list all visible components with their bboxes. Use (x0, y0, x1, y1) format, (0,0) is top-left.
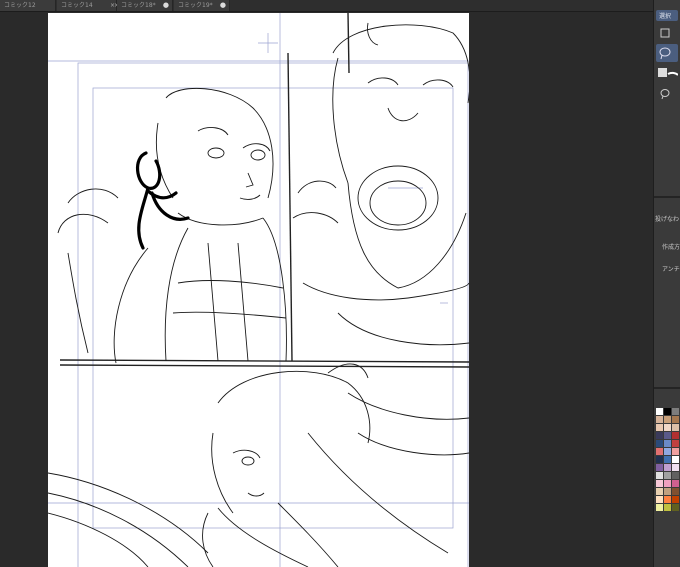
tab-label: コミック14 (61, 2, 93, 9)
unsaved-indicator-icon: ● (219, 1, 226, 9)
document-tab[interactable]: コミック14 × (57, 0, 119, 11)
color-swatch[interactable] (672, 480, 679, 487)
tab-label: コミック12 (4, 2, 36, 9)
panel-divider (654, 196, 680, 198)
girl-sketch (57, 88, 287, 364)
color-swatch[interactable] (656, 448, 663, 455)
ribbon-sketch (136, 151, 190, 250)
color-swatch[interactable] (656, 440, 663, 447)
color-swatch[interactable] (656, 496, 663, 503)
color-swatch[interactable] (672, 504, 679, 511)
drawing-canvas[interactable] (48, 13, 469, 567)
antialias-label: アンチ (662, 266, 680, 273)
color-swatch[interactable] (672, 408, 679, 415)
color-swatch[interactable] (664, 496, 671, 503)
color-swatch[interactable] (664, 416, 671, 423)
color-swatch[interactable] (664, 432, 671, 439)
frame-guides (48, 13, 469, 567)
document-tab[interactable]: コミック18* ● (117, 0, 173, 11)
color-swatch[interactable] (656, 408, 663, 415)
color-swatch[interactable] (672, 448, 679, 455)
create-mode-label: 作成方 (662, 244, 680, 251)
color-swatch[interactable] (656, 472, 663, 479)
document-tab[interactable]: コミック12 (0, 0, 56, 11)
color-swatch[interactable] (664, 424, 671, 431)
panel-borders (59, 13, 469, 368)
color-swatch[interactable] (672, 464, 679, 471)
color-swatch[interactable] (672, 472, 679, 479)
sketch-drawing (48, 13, 469, 567)
selection-tool-button[interactable]: 選択 (656, 10, 678, 21)
selection-tool-label: 選択 (659, 13, 672, 20)
tab-label: コミック18* (121, 2, 156, 9)
rect-select-tool[interactable] (656, 26, 678, 40)
brush-select-tool[interactable] (656, 66, 679, 80)
color-swatch[interactable] (656, 416, 663, 423)
color-swatch[interactable] (656, 480, 663, 487)
tool-property-title: 投げなわ (655, 216, 680, 223)
panel-divider (654, 387, 680, 389)
color-swatch[interactable] (656, 488, 663, 495)
color-swatch[interactable] (672, 456, 679, 463)
document-tab[interactable]: コミック19* ● (174, 0, 230, 11)
polyline-select-tool[interactable] (656, 86, 678, 100)
brush-icon (658, 68, 679, 77)
close-tab-icon[interactable]: × (110, 0, 115, 11)
color-swatch[interactable] (664, 480, 671, 487)
color-swatch[interactable] (656, 456, 663, 463)
man-sketch (292, 22, 469, 346)
color-swatch[interactable] (672, 496, 679, 503)
lasso-select-tool[interactable] (656, 44, 678, 62)
color-swatch[interactable] (672, 488, 679, 495)
color-swatch[interactable] (672, 416, 679, 423)
rectangle-select-icon (660, 28, 670, 38)
lasso-icon (659, 47, 671, 60)
color-palette[interactable] (656, 408, 680, 567)
color-swatch[interactable] (672, 424, 679, 431)
color-swatch[interactable] (672, 432, 679, 439)
color-swatch[interactable] (664, 408, 671, 415)
color-swatch[interactable] (664, 472, 671, 479)
polyline-lasso-icon (660, 89, 670, 100)
bottom-girl-sketch (48, 363, 469, 567)
tab-label: コミック19* (178, 2, 213, 9)
color-swatch[interactable] (664, 504, 671, 511)
color-swatch[interactable] (656, 432, 663, 439)
color-swatch[interactable] (664, 464, 671, 471)
canvas-workspace[interactable] (0, 12, 653, 567)
color-swatch[interactable] (664, 448, 671, 455)
color-swatch[interactable] (664, 456, 671, 463)
right-tool-panel: 選択 投げなわ 作成方 アンチ (653, 0, 680, 567)
color-swatch[interactable] (656, 424, 663, 431)
color-swatch[interactable] (656, 504, 663, 511)
color-swatch[interactable] (664, 488, 671, 495)
color-swatch[interactable] (664, 440, 671, 447)
document-tab-bar: コミック12 コミック14 × コミック18* ● コミック19* ● × (0, 0, 653, 12)
color-swatch[interactable] (656, 464, 663, 471)
unsaved-indicator-icon: ● (162, 1, 169, 9)
color-swatch[interactable] (672, 440, 679, 447)
